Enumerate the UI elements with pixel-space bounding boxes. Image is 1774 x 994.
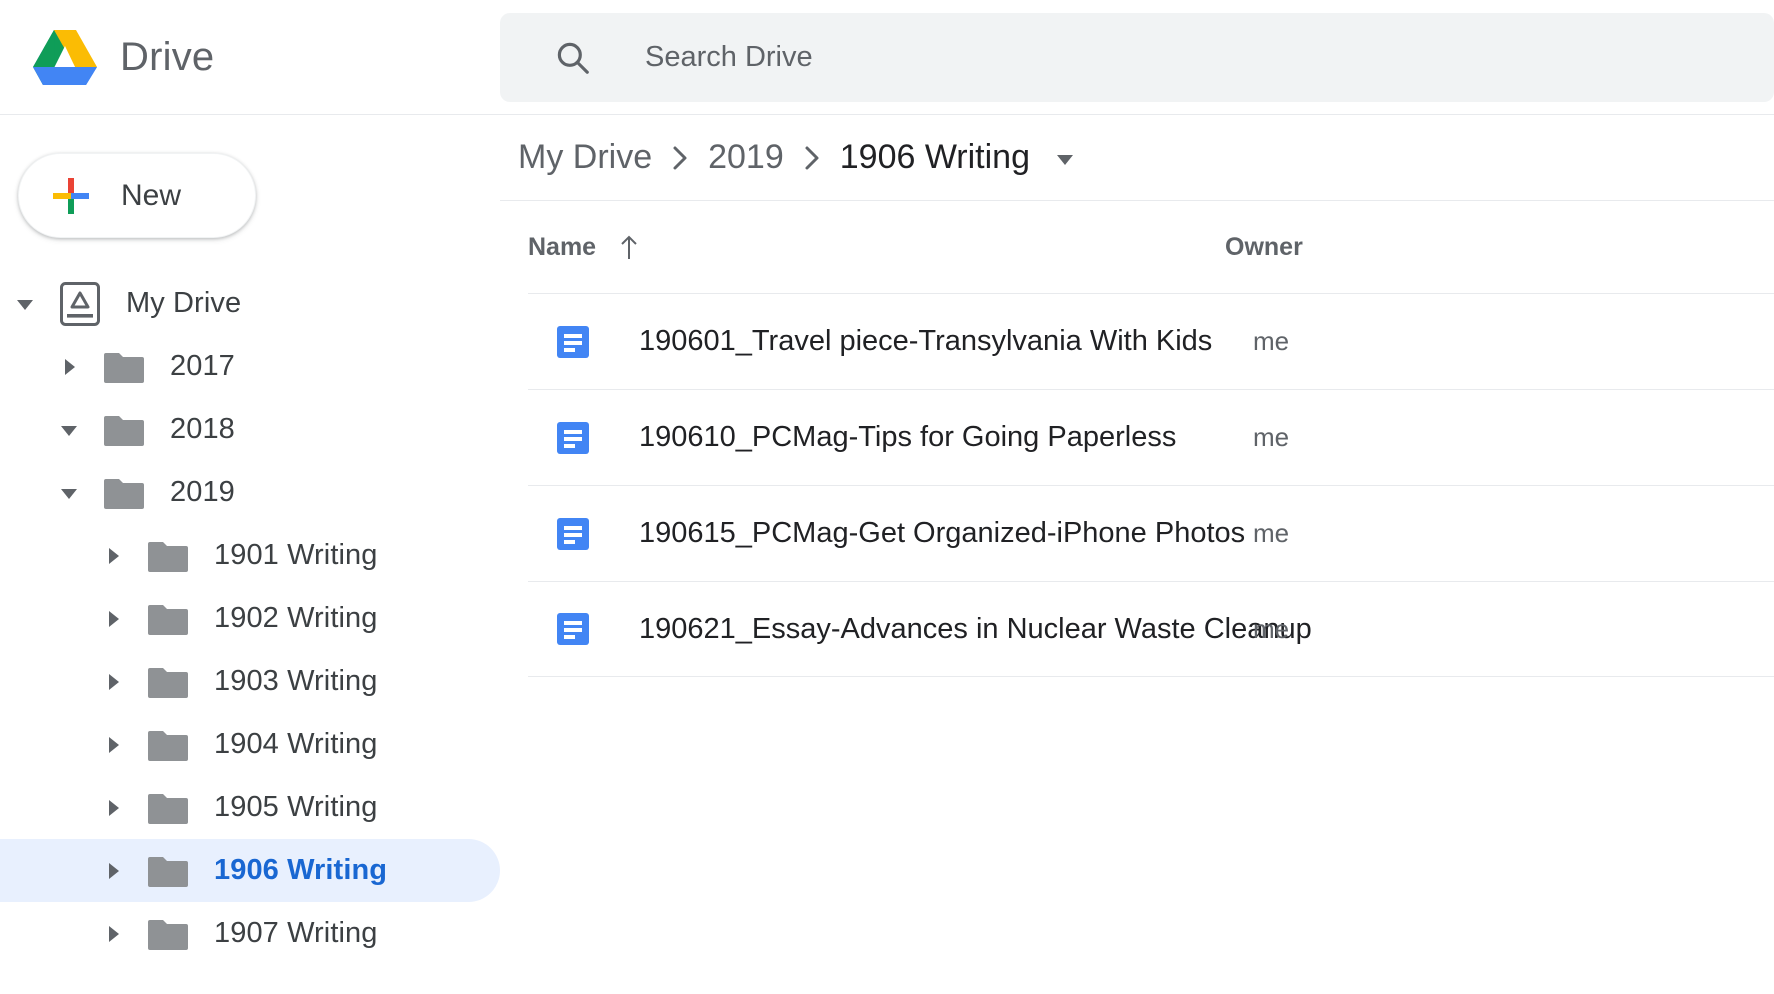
arrow-up-icon (618, 234, 640, 260)
main-content: My Drive 2019 1906 Writing Name Owner 19… (500, 115, 1774, 994)
file-name: 190621_Essay-Advances in Nuclear Waste C… (639, 613, 1312, 646)
folder-icon (148, 729, 188, 761)
folder-icon (148, 666, 188, 698)
sidebar-item-1907-writing[interactable]: 1907 Writing (0, 902, 500, 965)
chevron-right-icon[interactable] (100, 543, 126, 569)
folder-icon (104, 414, 144, 446)
chevron-right-icon[interactable] (56, 354, 82, 380)
search-bar (500, 13, 1774, 102)
caret-down-icon[interactable] (1052, 145, 1078, 171)
chevron-right-icon[interactable] (100, 795, 126, 821)
sidebar-item-label: 1905 Writing (214, 791, 377, 824)
sidebar-item-1905-writing[interactable]: 1905 Writing (0, 776, 500, 839)
sidebar-item-label: My Drive (126, 287, 241, 320)
breadcrumb-item-2019[interactable]: 2019 (708, 138, 784, 177)
column-header-name[interactable]: Name (528, 233, 640, 262)
file-name: 190610_PCMag-Tips for Going Paperless (639, 421, 1176, 454)
folder-icon (148, 918, 188, 950)
sidebar: New My Drive 2017 2018 2019 1901 Writing… (0, 115, 500, 994)
sidebar-item-1903-writing[interactable]: 1903 Writing (0, 650, 500, 713)
file-owner: me (1253, 614, 1289, 645)
sidebar-item-1902-writing[interactable]: 1902 Writing (0, 587, 500, 650)
sidebar-item-2019[interactable]: 2019 (0, 461, 500, 524)
chevron-down-icon[interactable] (56, 480, 82, 506)
new-button[interactable]: New (18, 153, 256, 238)
google-docs-icon (556, 612, 590, 646)
sidebar-item-my-drive[interactable]: My Drive (0, 272, 500, 335)
file-owner: me (1253, 326, 1289, 357)
google-docs-icon (556, 517, 590, 551)
sidebar-item-label: 1907 Writing (214, 917, 377, 950)
folder-tree: My Drive 2017 2018 2019 1901 Writing 190… (0, 272, 500, 965)
file-owner: me (1253, 422, 1289, 453)
folder-icon (104, 351, 144, 383)
google-docs-icon (556, 421, 590, 455)
sidebar-item-2017[interactable]: 2017 (0, 335, 500, 398)
sidebar-item-label: 1903 Writing (214, 665, 377, 698)
chevron-right-icon[interactable] (100, 921, 126, 947)
chevron-down-icon[interactable] (12, 291, 38, 317)
file-owner: me (1253, 518, 1289, 549)
file-list: 190601_Travel piece-Transylvania With Ki… (500, 293, 1774, 677)
table-row[interactable]: 190601_Travel piece-Transylvania With Ki… (528, 293, 1774, 389)
chevron-right-icon[interactable] (100, 669, 126, 695)
table-row[interactable]: 190615_PCMag-Get Organized-iPhone Photos… (528, 485, 1774, 581)
top-bar: Drive (0, 0, 1774, 115)
breadcrumb-item-my-drive[interactable]: My Drive (518, 138, 652, 177)
breadcrumb-item-1906-writing[interactable]: 1906 Writing (840, 138, 1030, 177)
sidebar-item-label: 2017 (170, 350, 235, 383)
search-icon (554, 39, 592, 77)
new-button-label: New (121, 179, 181, 213)
column-header-name-label: Name (528, 233, 596, 262)
sidebar-item-label: 1902 Writing (214, 602, 377, 635)
chevron-right-icon (802, 143, 822, 173)
file-name: 190615_PCMag-Get Organized-iPhone Photos (639, 517, 1245, 550)
folder-icon (104, 477, 144, 509)
chevron-right-icon[interactable] (100, 732, 126, 758)
table-row[interactable]: 190610_PCMag-Tips for Going Paperless me (528, 389, 1774, 485)
sidebar-item-1904-writing[interactable]: 1904 Writing (0, 713, 500, 776)
sidebar-item-1906-writing[interactable]: 1906 Writing (0, 839, 500, 902)
table-row[interactable]: 190621_Essay-Advances in Nuclear Waste C… (528, 581, 1774, 677)
google-docs-icon (556, 325, 590, 359)
folder-icon (148, 540, 188, 572)
app-brand[interactable]: Drive (0, 0, 500, 115)
file-table-header: Name Owner (500, 201, 1774, 293)
chevron-down-icon[interactable] (56, 417, 82, 443)
column-header-owner[interactable]: Owner (1225, 233, 1303, 262)
plus-icon (49, 174, 93, 218)
breadcrumb: My Drive 2019 1906 Writing (500, 115, 1774, 201)
google-drive-logo-icon (32, 28, 98, 86)
sidebar-item-label: 1904 Writing (214, 728, 377, 761)
search-input[interactable] (645, 41, 1545, 74)
sidebar-item-2018[interactable]: 2018 (0, 398, 500, 461)
drive-home-icon (60, 282, 100, 326)
sidebar-item-label: 1901 Writing (214, 539, 377, 572)
chevron-right-icon[interactable] (100, 606, 126, 632)
app-title: Drive (120, 35, 214, 80)
sidebar-item-1901-writing[interactable]: 1901 Writing (0, 524, 500, 587)
folder-icon (148, 792, 188, 824)
file-name: 190601_Travel piece-Transylvania With Ki… (639, 325, 1212, 358)
chevron-right-icon[interactable] (100, 858, 126, 884)
folder-icon (148, 603, 188, 635)
sidebar-item-label: 2018 (170, 413, 235, 446)
sidebar-item-label: 1906 Writing (214, 854, 387, 887)
folder-icon (148, 855, 188, 887)
sidebar-item-label: 2019 (170, 476, 235, 509)
search-box[interactable] (500, 13, 1774, 102)
chevron-right-icon (670, 143, 690, 173)
